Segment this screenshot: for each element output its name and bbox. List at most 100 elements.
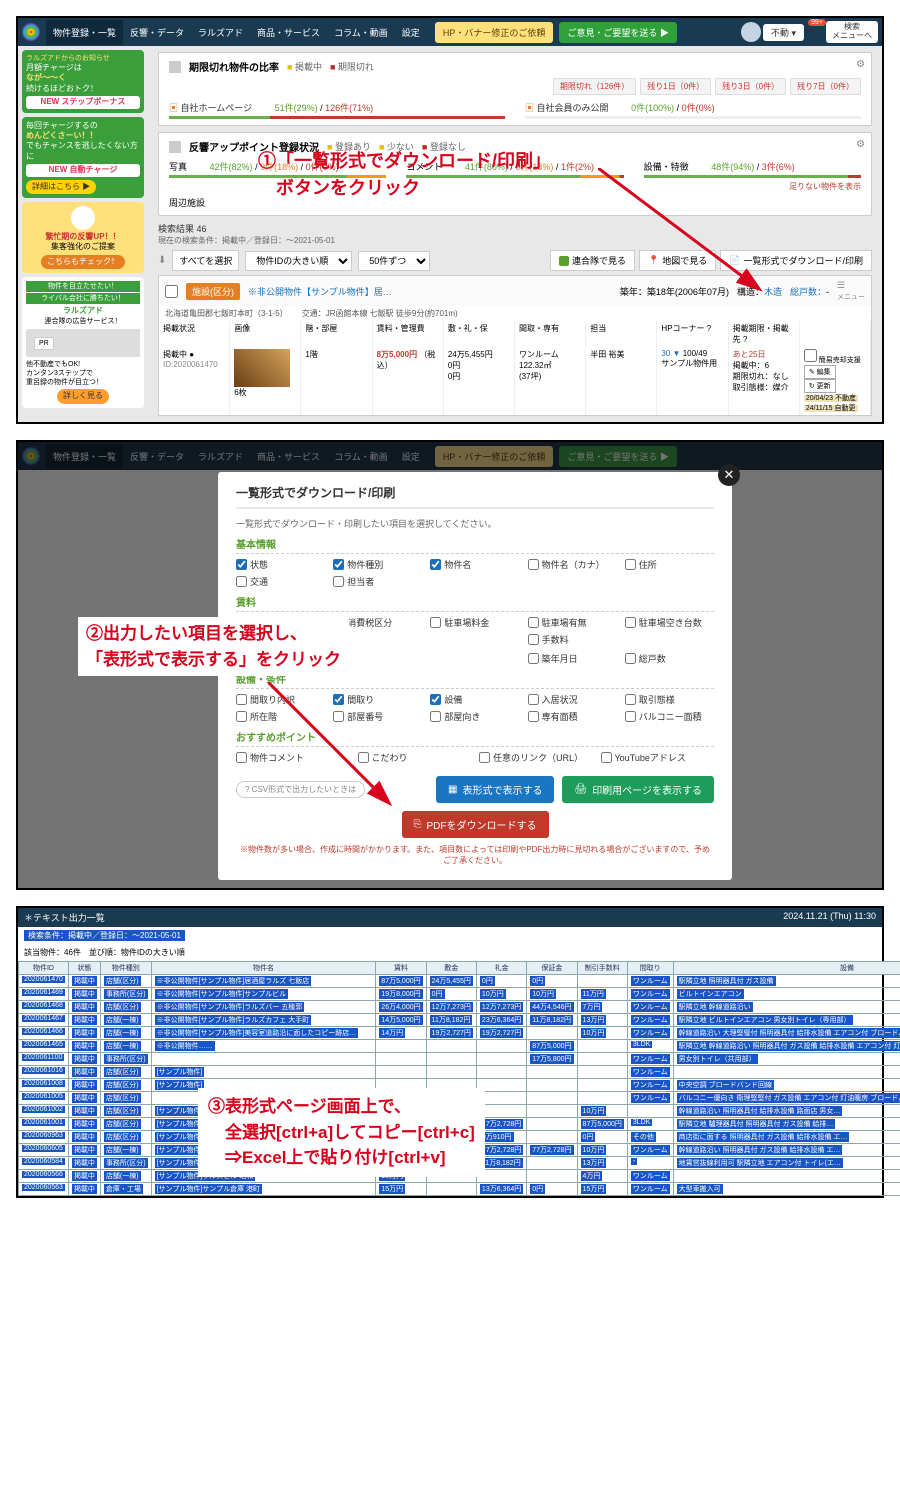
checkbox[interactable] [236,617,247,628]
property-menu-icon[interactable]: ☰メニュー [837,280,865,302]
modal-close-icon[interactable]: ✕ [718,464,740,486]
table-row[interactable]: 2020061470掲載中店舗(区分)※非公開物件[サンプル物件]居酒屋ラルズ … [19,975,900,988]
checkbox[interactable] [430,711,441,722]
checkbox[interactable] [625,617,636,628]
nav-item-properties[interactable]: 物件登録・一覧 [46,20,123,45]
check-option[interactable]: 駐車場料金 [430,616,519,629]
union-view-button[interactable]: 連合隊で見る [550,250,635,271]
search-menu[interactable]: 検索 メニューへ [826,21,878,43]
check-option[interactable]: 物件名（カナ） [528,558,617,571]
checkbox[interactable] [430,694,441,705]
check-option[interactable] [333,633,422,646]
pdf-download-button[interactable]: ⎘PDFをダウンロードする [402,811,549,838]
checkbox[interactable] [625,559,636,570]
property-checkbox[interactable] [165,285,178,298]
table-row[interactable]: 2020061467掲載中店舗(一棟)※非公開物件[サンプル物件]ラルズカフェ … [19,1014,900,1027]
check-option[interactable]: 入居状況 [528,693,617,706]
check-option[interactable] [236,652,325,665]
checkbox[interactable] [430,559,441,570]
check-option[interactable]: 取引態様 [625,693,714,706]
notification-icon[interactable]: 99+ [806,23,824,41]
ad-busy-season[interactable]: 繁忙期の反響UP！！ 集客強化のご提案 こちらもチェック！ [22,202,144,273]
checkbox[interactable] [479,752,490,763]
table-row[interactable]: 2020060605掲載中店舗(一棟)[サンプル物件] 美摩座サロン劇… 逆にコ… [19,1144,900,1157]
map-view-button[interactable]: 📍地図で見る [639,250,716,271]
checkbox[interactable] [625,711,636,722]
checkbox[interactable] [236,694,247,705]
check-option[interactable]: 物件コメント [236,751,350,764]
nav-item-settings[interactable]: 設定 [395,20,427,45]
cell-hp-corner[interactable]: 30 ▼ 100/49サンプル物件用 [657,347,728,415]
table-row[interactable]: 2020061469掲載中事務所(区分)※非公開物件[サンプル物件]サンプルビル… [19,988,900,1001]
gear-icon[interactable]: ⚙ [856,139,865,150]
check-option[interactable]: 任意のリンク（URL） [479,751,593,764]
checkbox[interactable] [333,559,344,570]
property-title[interactable]: ※非公開物件【サンプル物件】居… [248,285,392,298]
table-view-button[interactable]: ▦表形式で表示する [436,776,554,803]
check-option[interactable]: こだわり [358,751,472,764]
csv-hint[interactable]: ? CSV形式で出力したいときは [236,781,365,798]
checkbox[interactable] [236,559,247,570]
update-button[interactable]: ↻ 更新 [804,379,836,393]
check-option[interactable]: 間取り内訳 [236,693,325,706]
per-page-select[interactable]: 50件ずつ [358,251,430,271]
table-row[interactable]: 2020061005掲載中店舗(区分)ワンルームバルコニー優向き 衛理堅堅付 ガ… [19,1092,900,1105]
checkbox[interactable] [528,559,539,570]
download-icon[interactable]: ⬇ [158,255,166,266]
edit-button[interactable]: ✎ 編集 [804,365,836,379]
checkbox[interactable] [528,653,539,664]
check-option[interactable]: YouTubeアドレス [601,751,715,764]
check-option[interactable] [430,652,519,665]
gear-icon[interactable]: ⚙ [856,59,865,70]
select-all-button[interactable]: すべてを選択 [172,250,239,271]
chip-7day[interactable]: 残り7日（0件） [790,78,861,95]
table-row[interactable]: 2020060963掲載中店舗(区分)[サンプル物件]ラルズコンビニ10万円9万… [19,1131,900,1144]
checkbox[interactable] [625,653,636,664]
print-page-button[interactable]: 🖨印刷用ページを表示する [562,776,714,803]
checkbox[interactable] [528,694,539,705]
table-row[interactable]: 2020061468掲載中店舗(区分)※非公開物件[サンプル物件]ラルズバー 五… [19,1001,900,1014]
checkbox[interactable] [236,711,247,722]
nav-item-feedback[interactable]: 反響・データ [123,20,191,45]
check-option[interactable]: 駐車場空き台数 [625,616,714,629]
chip-1day[interactable]: 残り1日（0件） [640,78,711,95]
check-option[interactable]: 住所 [625,558,714,571]
table-row[interactable]: 2020061002掲載中店舗(区分)[サンプル物件]全13室テナント10万円1… [19,1105,900,1118]
nav-item-ads[interactable]: ラルズアド [191,20,250,45]
table-row[interactable]: 2020061100掲載中事務所(区分)17万5,800円ワンルーム男女別トイレ… [19,1053,900,1066]
chip-expired[interactable]: 期限切れ（126件） [553,78,636,95]
checkbox[interactable] [528,634,539,645]
check-option[interactable]: 総戸数 [625,652,714,665]
checkbox[interactable] [601,752,612,763]
checkbox[interactable] [528,617,539,628]
table-row[interactable]: 2020061008掲載中店舗(区分)[サンプル物件]ワンルーム中央空調 ブロー… [19,1079,900,1092]
check-option[interactable]: 部屋番号 [333,710,422,723]
sort-select[interactable]: 物件IDの大きい順 [245,251,352,271]
ad-step-bonus[interactable]: ラルズアドからのお知らせ 月額チャージは なが〜〜く 続けるほどおトク！ NEW… [22,50,144,113]
check-option[interactable]: 状態 [236,558,325,571]
checkbox[interactable] [528,711,539,722]
check-option[interactable]: 担当者 [333,575,422,588]
check-option[interactable] [236,633,325,646]
check-option[interactable]: 賃料 [236,616,325,629]
checkbox[interactable] [430,617,441,628]
table-row[interactable]: 2020060584掲載中事務所(区分)[サンプル物件]ラルズネットオフィスビル… [19,1157,900,1170]
ad-ralsad[interactable]: 物件を目立たせたい！ ライバル会社に勝ちたい！ ラルズアド 連合隊の広告サービス… [22,277,144,407]
checkbox[interactable] [358,752,369,763]
hw-checkbox[interactable] [804,349,817,362]
check-option[interactable]: 物件種別 [333,558,422,571]
check-option[interactable]: 駐車場有無 [528,616,617,629]
checkbox[interactable] [236,576,247,587]
nav-item-products[interactable]: 商品・サービス [250,20,327,45]
checkbox[interactable] [333,711,344,722]
hp-banner-button[interactable]: HP・バナー修正のご依頼 [435,22,554,43]
ad-auto-charge[interactable]: 毎回チャージするの めんどくさーい！！ でもチャンスを逃したくない方に NEW … [22,117,144,198]
check-option[interactable]: 消費税区分 [333,616,422,629]
check-option[interactable] [333,652,422,665]
check-option[interactable] [430,633,519,646]
table-row[interactable]: 2020061016掲載中店舗(区分)[サンプル物件]ワンルーム [19,1066,900,1079]
check-option[interactable]: バルコニー面積 [625,710,714,723]
table-row[interactable]: 2020061466掲載中店舗(一棟)※非公開物件[サンプル物件]美容室道路沿に… [19,1027,900,1040]
feedback-button[interactable]: ご意見・ご要望を送る ▶ [559,22,677,43]
table-row[interactable]: 2020060563掲載中倉庫・工場[サンプル物件]サンプル倉庫 港町15万円1… [19,1183,900,1196]
